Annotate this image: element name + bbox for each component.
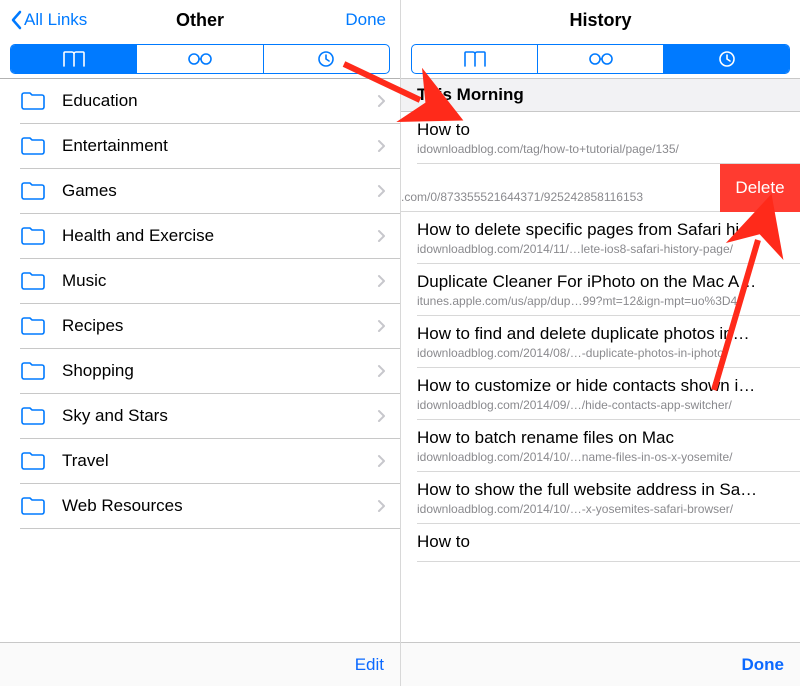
folder-icon [20,226,46,246]
history-icon [717,50,737,68]
history-item[interactable]: How to find and delete duplicate photos … [401,316,800,368]
folder-list[interactable]: Education Entertainment Games Health and Ex… [0,79,400,642]
folder-label: Games [62,181,377,201]
chevron-right-icon [377,139,386,153]
folder-icon [20,181,46,201]
back-label: All Links [24,10,87,30]
folder-icon [20,271,46,291]
folder-icon [20,91,46,111]
segment-bookmarks[interactable] [11,45,136,73]
readinglist-icon [586,50,616,68]
history-url: idownloadblog.com/2014/10/…name-files-in… [417,450,788,464]
readinglist-icon [185,50,215,68]
folder-row[interactable]: Entertainment [20,124,400,168]
folder-label: Shopping [62,361,377,381]
navbar: All Links Other Done [0,0,400,40]
history-title: How to delete specific pages from Safari… [417,220,788,240]
folder-row[interactable]: Music [20,259,400,303]
history-url: .com/0/873355521644371/925242858116153 [401,190,714,204]
segment-readinglist[interactable] [537,45,663,73]
folder-label: Entertainment [62,136,377,156]
chevron-right-icon [377,409,386,423]
chevron-right-icon [377,319,386,333]
folder-icon [20,451,46,471]
folder-row[interactable]: Recipes [20,304,400,348]
folder-row[interactable]: Travel [20,439,400,483]
history-title: How to show the full website address in … [417,480,788,500]
history-url: idownloadblog.com/2014/08/…-duplicate-ph… [417,346,788,360]
segmented-control [0,40,400,78]
bookmarks-icon [61,50,87,68]
segment-bookmarks[interactable] [412,45,537,73]
folder-row[interactable]: Education [20,79,400,123]
folder-row[interactable]: Games [20,169,400,213]
history-url: idownloadblog.com/tag/how-to+tutorial/pa… [417,142,788,156]
history-item-swiped[interactable]: .com/0/873355521644371/925242858116153 D… [401,164,800,212]
history-title: How to find and delete duplicate photos … [417,324,788,344]
chevron-right-icon [377,94,386,108]
history-item[interactable]: How to idownloadblog.com/tag/how-to+tuto… [401,112,800,164]
segmented-control [401,40,800,78]
folder-row[interactable]: Sky and Stars [20,394,400,438]
history-item[interactable]: How to show the full website address in … [401,472,800,524]
history-title: How to customize or hide contacts shown … [417,376,788,396]
history-item[interactable]: How to delete specific pages from Safari… [401,212,800,264]
history-item[interactable]: How to [401,524,800,562]
navbar: History [401,0,800,40]
chevron-right-icon [377,364,386,378]
delete-button[interactable]: Delete [720,164,800,212]
folder-label: Education [62,91,377,111]
chevron-right-icon [377,499,386,513]
history-title: Duplicate Cleaner For iPhoto on the Mac … [417,272,788,292]
history-item[interactable]: How to batch rename files on Mac idownloa… [401,420,800,472]
history-title: How to batch rename files on Mac [417,428,788,448]
folder-label: Sky and Stars [62,406,377,426]
history-url: idownloadblog.com/2014/09/…/hide-contact… [417,398,788,412]
folder-label: Health and Exercise [62,226,377,246]
done-button[interactable]: Done [742,655,785,675]
folder-icon [20,316,46,336]
history-item[interactable]: How to customize or hide contacts shown … [401,368,800,420]
folder-icon [20,361,46,381]
history-url: itunes.apple.com/us/app/dup…99?mt=12&ign… [417,294,788,308]
history-title: How to [417,532,788,552]
history-icon [316,50,336,68]
history-title: How to [417,120,788,140]
folder-icon [20,136,46,156]
history-url: idownloadblog.com/2014/11/…lete-ios8-saf… [417,242,788,256]
done-button[interactable]: Done [345,0,386,40]
nav-title: Other [176,10,224,31]
folder-icon [20,496,46,516]
folder-label: Web Resources [62,496,377,516]
segment-readinglist[interactable] [136,45,262,73]
history-item[interactable]: Duplicate Cleaner For iPhoto on the Mac … [401,264,800,316]
segment-history[interactable] [663,45,789,73]
history-url: idownloadblog.com/2014/10/…-x-yosemites-… [417,502,788,516]
chevron-right-icon [377,454,386,468]
folder-label: Music [62,271,377,291]
history-screen: History [400,0,800,686]
chevron-right-icon [377,184,386,198]
folder-label: Recipes [62,316,377,336]
folder-icon [20,406,46,426]
back-button[interactable]: All Links [10,0,87,40]
folder-row[interactable]: Health and Exercise [20,214,400,258]
section-header: This Morning [401,78,800,112]
edit-button[interactable]: Edit [355,655,384,675]
segment-history[interactable] [263,45,389,73]
folder-row[interactable]: Shopping [20,349,400,393]
bookmarks-screen: All Links Other Done [0,0,400,686]
folder-row[interactable]: Web Resources [20,484,400,528]
nav-title: History [569,10,631,31]
folder-label: Travel [62,451,377,471]
chevron-right-icon [377,229,386,243]
chevron-right-icon [377,274,386,288]
toolbar: Edit [0,642,400,686]
chevron-left-icon [10,10,22,30]
toolbar: Done [401,642,800,686]
bookmarks-icon [462,50,488,68]
history-list[interactable]: How to idownloadblog.com/tag/how-to+tuto… [401,112,800,642]
